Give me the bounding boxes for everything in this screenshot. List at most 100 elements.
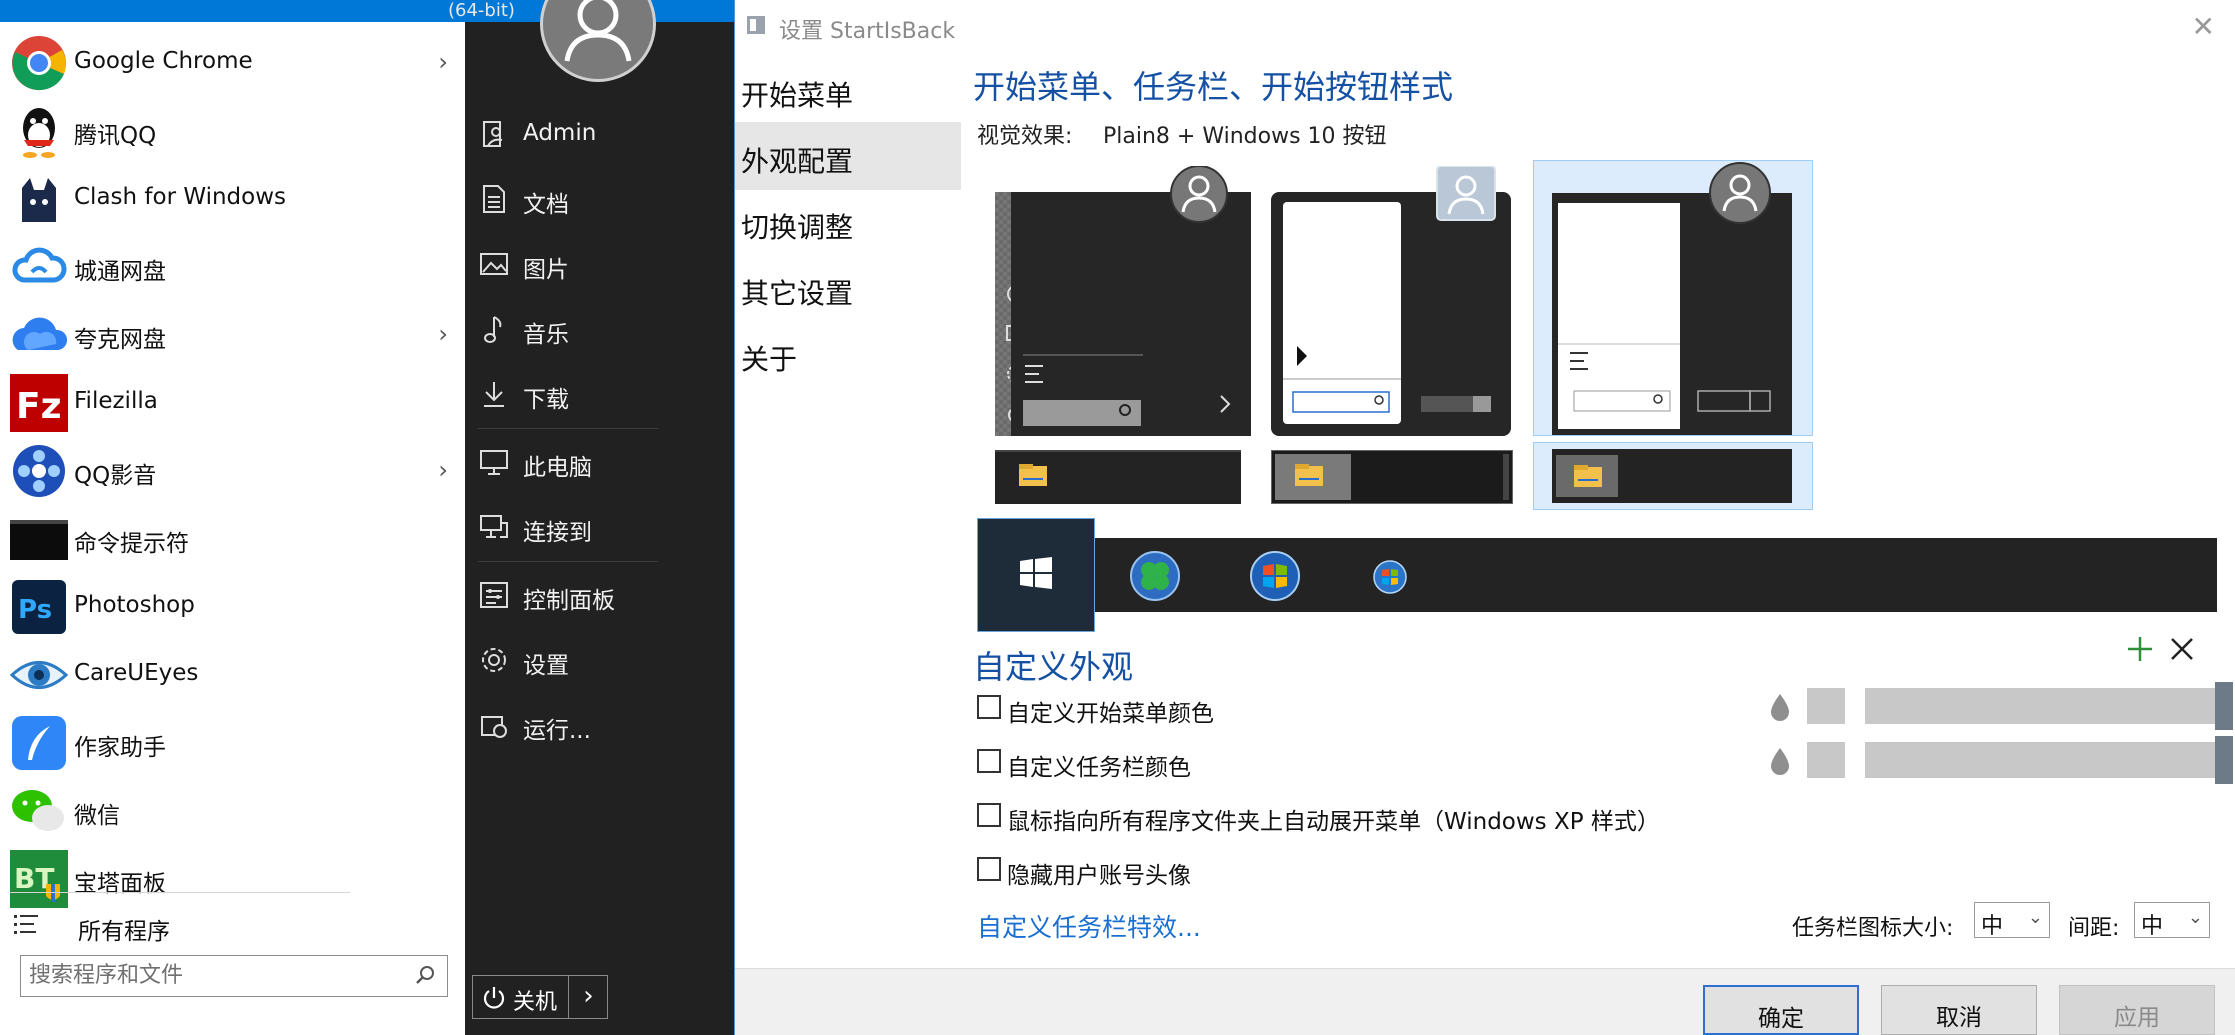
cancel-button[interactable]: 取消 [1881,985,2037,1035]
clover-orb-icon [1130,551,1180,601]
writer-assistant-icon [12,716,66,770]
spacing-select[interactable]: 中 ⌄ [2134,902,2210,939]
computer-icon [480,450,508,475]
start-link-label: 运行... [523,718,591,744]
program-item-qq[interactable]: 腾讯QQ [10,100,458,164]
startisback-settings-dialog: 设置 StartIsBack ✕ 开始菜单 外观配置 切换调整 其它设置 关于 … [734,0,2235,1035]
taskbar-style-option-3[interactable] [1533,442,1813,510]
program-item-quark[interactable]: 夸克网盘 › [10,304,458,368]
start-button-option-vista[interactable] [1331,538,1449,612]
wechat-icon [12,790,64,831]
color-drop-icon[interactable] [1769,746,1791,776]
start-link-run[interactable]: 运行... [478,701,678,749]
shutdown-options-button[interactable]: › [568,975,608,1019]
color-drop-icon[interactable] [1769,692,1791,722]
program-label: CareUEyes [74,660,199,686]
program-label: Photoshop [74,592,195,618]
option-auto-expand-all-programs[interactable]: 鼠标指向所有程序文件夹上自动展开菜单（Windows XP 样式） [977,798,1877,835]
nav-other-settings[interactable]: 其它设置 [735,254,961,322]
taskbar-style-option-1[interactable] [995,450,1241,504]
checkbox[interactable] [977,749,1001,773]
start-menu-opacity-slider[interactable] [1865,682,2233,730]
program-item-careueyes[interactable]: CareUEyes [10,644,458,708]
user-avatar-icon [564,0,632,62]
program-item-writer[interactable]: 作家助手 [10,712,458,776]
program-item-filezilla[interactable]: Fz Filezilla [10,372,458,436]
program-item-photoshop[interactable]: Ps Photoshop [10,576,458,640]
program-item-ctfile[interactable]: 城通网盘 [10,236,458,300]
option-custom-taskbar-color[interactable]: 自定义任务栏颜色 [977,744,1677,781]
nav-start-menu[interactable]: 开始菜单 [735,56,961,124]
start-link-connect[interactable]: 连接到 [478,503,678,551]
checkbox[interactable] [977,695,1001,719]
nav-label: 切换调整 [741,211,854,244]
svg-text:Ps: Ps [18,595,52,625]
start-link-music[interactable]: 音乐 [478,305,678,353]
nav-switching[interactable]: 切换调整 [735,188,961,256]
option-custom-start-menu-color[interactable]: 自定义开始菜单颜色 [977,690,1677,727]
menu-style-option-4[interactable] [1011,165,1253,436]
taskbar-icon-size-select[interactable]: 中 ⌄ [1974,902,2050,939]
start-button-option-win7[interactable] [1213,538,1331,612]
taskbar-opacity-slider[interactable] [1865,736,2233,784]
top-strip-text: (64-bit) [448,0,515,21]
nav-about[interactable]: 关于 [735,320,961,388]
app-icon [747,16,765,34]
cloud-drive-icon [12,247,67,283]
start-link-pictures[interactable]: 图片 [478,240,678,288]
program-item-clash[interactable]: Clash for Windows [10,168,458,232]
nav-appearance[interactable]: 外观配置 [735,122,961,190]
program-label: 城通网盘 [74,259,166,285]
option-hide-user-avatar[interactable]: 隐藏用户账号头像 [977,852,1677,889]
close-icon[interactable] [2169,636,2195,662]
quark-drive-icon [12,317,68,350]
dialog-title: 设置 StartIsBack [779,19,956,44]
careueyes-icon [10,661,68,689]
start-button-option-win10[interactable] [977,518,1095,632]
start-link-label: 设置 [523,653,569,679]
ok-button[interactable]: 确定 [1703,985,1859,1035]
start-link-label: 控制面板 [523,588,615,614]
search-icon[interactable] [415,965,435,985]
start-search-box[interactable] [20,955,448,997]
program-item-qqvideo[interactable]: QQ影音 › [10,440,458,504]
close-icon[interactable]: ✕ [2192,10,2215,43]
start-link-label: 连接到 [523,520,592,546]
connect-icon [480,515,508,538]
chevron-down-icon: ⌄ [2187,907,2203,928]
option-label: 鼠标指向所有程序文件夹上自动展开菜单（Windows XP 样式） [1007,809,1660,835]
start-link-this-pc[interactable]: 此电脑 [478,438,678,486]
cmd-icon [10,520,68,560]
svg-text:Fz: Fz [16,386,62,427]
custom-taskbar-effects-link[interactable]: 自定义任务栏特效... [977,908,1201,944]
add-icon[interactable] [2125,634,2155,664]
taskbar-color-swatch[interactable] [1807,742,1845,778]
start-link-control-panel[interactable]: 控制面板 [478,571,678,619]
chevron-right-icon: › [438,320,448,348]
menu-style-option-3[interactable] [1533,160,1813,436]
filezilla-icon: Fz [10,374,68,432]
start-link-documents[interactable]: 文档 [478,175,678,223]
start-menu-color-swatch[interactable] [1807,688,1845,724]
start-link-admin[interactable]: Admin [478,110,678,158]
program-item-cmd[interactable]: 命令提示符 [10,508,458,572]
all-programs-divider [10,892,350,893]
slider-thumb[interactable] [2215,682,2233,730]
qq-icon [23,108,55,158]
start-link-settings[interactable]: 设置 [478,636,678,684]
windows10-logo-icon [1020,557,1052,589]
program-label: 夸克网盘 [74,327,166,353]
menu-style-option-2[interactable] [1271,165,1515,436]
checkbox[interactable] [977,857,1001,881]
search-input[interactable] [29,956,399,994]
start-link-downloads[interactable]: 下载 [478,370,678,418]
program-item-chrome[interactable]: Google Chrome › [10,32,458,96]
checkbox[interactable] [977,803,1001,827]
program-item-wechat[interactable]: 微信 [10,780,458,844]
start-button-option-clover[interactable] [1095,538,1213,612]
slider-thumb[interactable] [2215,736,2233,784]
taskbar-style-option-2[interactable] [1270,449,1514,505]
taskbar-style-preview-3 [1552,449,1792,503]
all-programs-button[interactable]: 所有程序 [10,900,458,950]
apply-button[interactable]: 应用 [2059,985,2215,1035]
